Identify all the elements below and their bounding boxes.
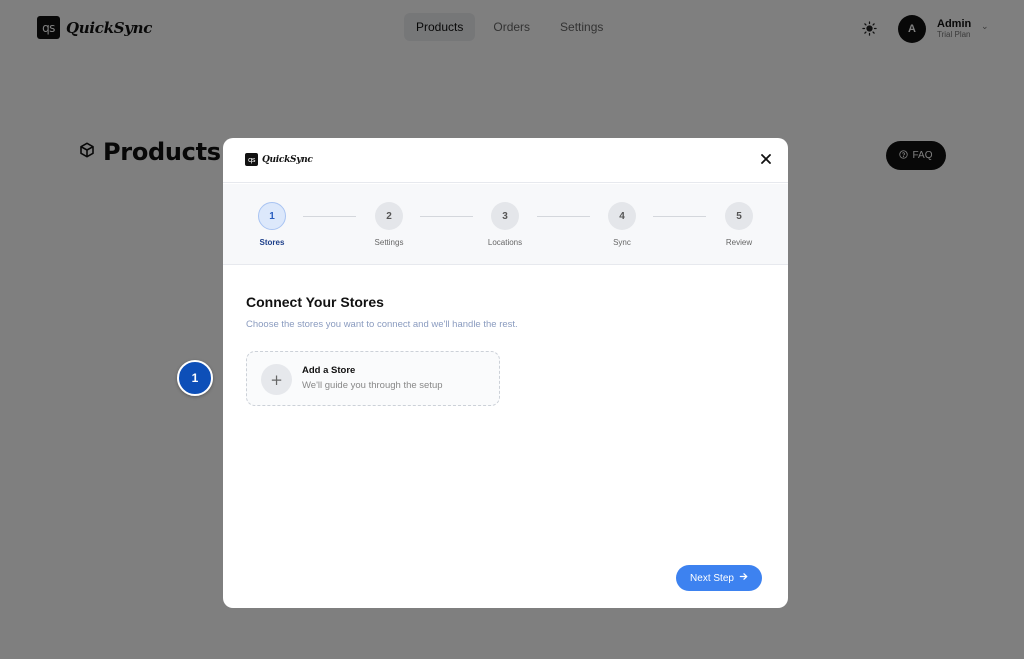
tour-step-badge: 1 <box>177 360 213 396</box>
onboarding-modal: qs QuickSync 1 Stores 2 Settings 3 Locat… <box>223 138 788 608</box>
add-store-title: Add a Store <box>302 365 356 376</box>
step-number: 5 <box>725 202 753 230</box>
next-step-button[interactable]: Next Step <box>676 565 762 591</box>
step-locations[interactable]: 3 Locations <box>475 202 535 247</box>
step-connector <box>420 216 473 217</box>
plus-icon: + <box>261 364 292 395</box>
step-number: 3 <box>491 202 519 230</box>
step-connector <box>303 216 356 217</box>
step-connector <box>537 216 590 217</box>
step-settings[interactable]: 2 Settings <box>359 202 419 247</box>
content-title: Connect Your Stores <box>246 294 384 310</box>
step-sync[interactable]: 4 Sync <box>592 202 652 247</box>
modal-logo-text: QuickSync <box>262 154 313 165</box>
step-review[interactable]: 5 Review <box>709 202 769 247</box>
progress-stepper: 1 Stores 2 Settings 3 Locations 4 Sync 5… <box>223 184 788 265</box>
modal-logo: qs QuickSync <box>245 153 313 166</box>
next-step-label: Next Step <box>690 572 734 584</box>
modal-header: qs QuickSync <box>223 138 788 183</box>
step-number: 2 <box>375 202 403 230</box>
add-store-subtitle: We'll guide you through the setup <box>302 380 443 391</box>
step-label: Review <box>725 238 753 247</box>
close-icon[interactable] <box>759 152 773 166</box>
step-number: 1 <box>258 202 286 230</box>
add-store-button[interactable]: + Add a Store We'll guide you through th… <box>246 351 500 406</box>
step-label: Settings <box>374 238 404 247</box>
step-label: Locations <box>487 238 523 247</box>
arrow-right-icon <box>739 572 748 584</box>
content-subtitle: Choose the stores you want to connect an… <box>246 319 518 330</box>
step-number: 4 <box>608 202 636 230</box>
modal-logo-mark: qs <box>245 153 258 166</box>
step-connector <box>653 216 706 217</box>
step-stores[interactable]: 1 Stores <box>242 202 302 247</box>
step-label: Sync <box>613 238 631 247</box>
step-label: Stores <box>259 238 285 247</box>
